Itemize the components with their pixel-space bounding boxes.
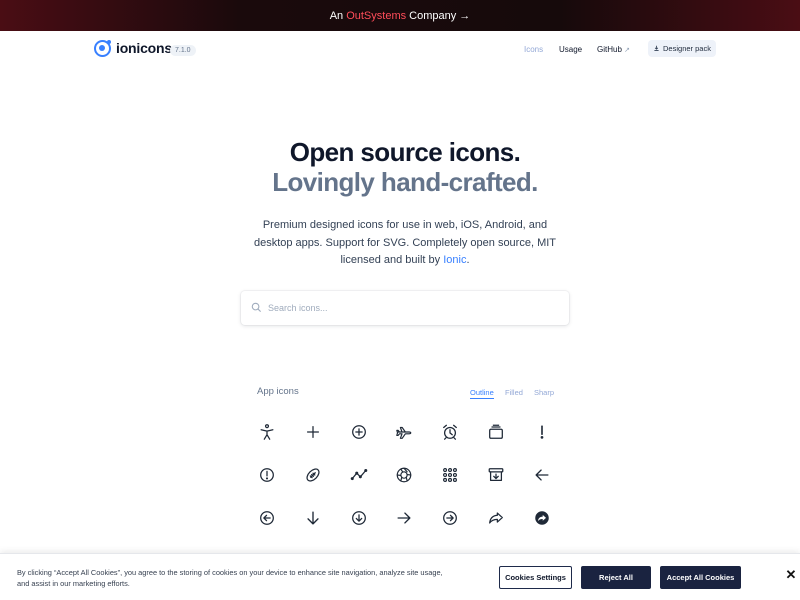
hero-desc-text: Premium designed icons for use in web, i… — [253, 219, 557, 266]
hero-desc-end: . — [466, 254, 470, 266]
designer-pack-button[interactable]: Designer pack — [648, 40, 716, 57]
arrow-forward-circle-icon[interactable] — [439, 507, 461, 529]
aperture-icon[interactable] — [393, 464, 415, 486]
download-icon — [654, 45, 659, 52]
airplane-icon[interactable] — [393, 421, 415, 443]
alarm-icon[interactable] — [439, 421, 461, 443]
add-circle-icon[interactable] — [348, 421, 370, 443]
outsystems-banner[interactable]: An OutSystems Company → — [0, 0, 800, 31]
nav-github-label: GitHub — [597, 45, 622, 54]
arrow-down-icon[interactable] — [302, 507, 324, 529]
alert-circle-icon[interactable] — [256, 464, 278, 486]
hero-description: Premium designed icons for use in web, i… — [250, 217, 560, 270]
search-icon — [251, 302, 262, 313]
version-badge: 7.1.0 — [170, 45, 196, 56]
nav-usage[interactable]: Usage — [559, 45, 582, 54]
designer-pack-label: Designer pack — [663, 44, 711, 53]
search-box — [241, 291, 569, 325]
external-link-icon: ↗ — [624, 47, 631, 54]
arrow-forward-icon[interactable] — [393, 507, 415, 529]
albums-icon[interactable] — [485, 421, 507, 443]
add-icon[interactable] — [302, 421, 324, 443]
accept-all-cookies-button[interactable]: Accept All Cookies — [660, 566, 741, 589]
close-icon[interactable]: ✕ — [785, 568, 797, 581]
banner-prefix: An — [329, 9, 347, 22]
nav-icons[interactable]: Icons — [524, 45, 543, 54]
cookie-banner: By clicking “Accept All Cookies”, you ag… — [0, 553, 800, 600]
section-title: App icons — [257, 386, 299, 397]
site-header: ionicons 7.1.0 Icons Usage GitHub ↗ Desi… — [0, 31, 800, 67]
hero-title-line1: Open source icons. — [289, 137, 521, 167]
arrow-back-icon[interactable] — [531, 464, 553, 486]
american-football-icon[interactable] — [302, 464, 324, 486]
accessibility-icon[interactable] — [256, 421, 278, 443]
arrow-back-circle-icon[interactable] — [256, 507, 278, 529]
alert-icon[interactable] — [531, 421, 553, 443]
cookies-settings-button[interactable]: Cookies Settings — [499, 566, 572, 589]
tab-filled[interactable]: Filled — [505, 388, 523, 397]
apps-icon[interactable] — [439, 464, 461, 486]
nav-github[interactable]: GitHub ↗ — [597, 45, 630, 54]
hero-title-line2: Lovingly hand-crafted. — [272, 167, 538, 197]
tab-outline[interactable]: Outline — [470, 388, 494, 399]
logo-dot — [107, 40, 111, 44]
archive-icon[interactable] — [485, 464, 507, 486]
search-input[interactable] — [268, 299, 548, 317]
cookie-text: By clicking “Accept All Cookies”, you ag… — [17, 568, 443, 588]
arrow-down-circle-icon[interactable] — [348, 507, 370, 529]
reject-all-button[interactable]: Reject All — [581, 566, 651, 589]
banner-suffix: Company → — [406, 9, 471, 22]
logo-text[interactable]: ionicons — [116, 40, 172, 56]
analytics-icon[interactable] — [348, 464, 370, 486]
tab-sharp[interactable]: Sharp — [534, 388, 554, 397]
ionic-link[interactable]: Ionic — [443, 254, 466, 266]
banner-brand: OutSystems — [346, 9, 407, 22]
arrow-redo-icon[interactable] — [485, 507, 507, 529]
arrow-redo-circle-icon[interactable] — [531, 507, 553, 529]
